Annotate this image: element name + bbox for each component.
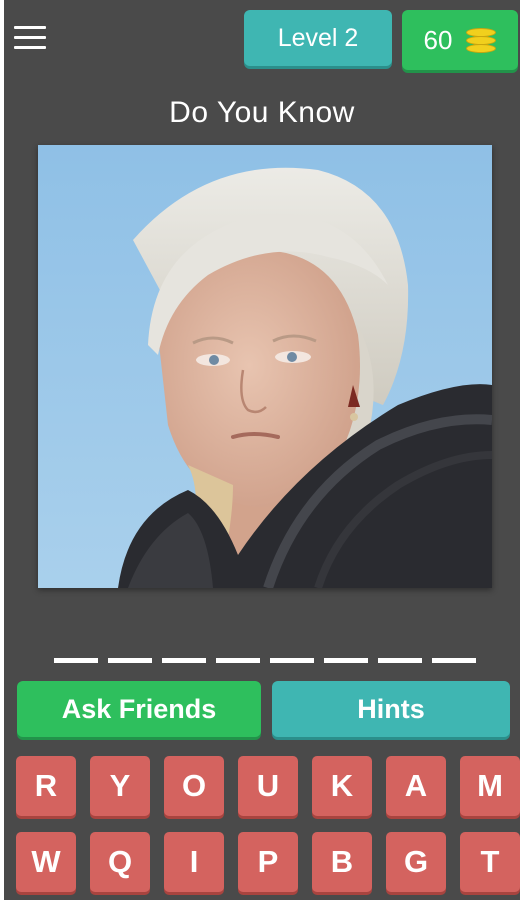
letter-key[interactable]: U <box>238 756 298 816</box>
letter-key[interactable]: A <box>386 756 446 816</box>
menu-icon[interactable] <box>14 26 46 54</box>
letter-key[interactable]: R <box>16 756 76 816</box>
ask-friends-button[interactable]: Ask Friends <box>17 681 261 737</box>
answer-slot[interactable] <box>216 658 260 663</box>
letter-key[interactable]: T <box>460 832 520 892</box>
letter-key[interactable]: W <box>16 832 76 892</box>
coins-button[interactable]: 60 <box>402 10 518 70</box>
answer-slots <box>54 658 476 663</box>
ask-friends-label: Ask Friends <box>61 693 217 724</box>
coin-count: 60 <box>423 24 453 55</box>
level-label: Level 2 <box>277 23 359 52</box>
hints-button[interactable]: Hints <box>272 681 510 737</box>
answer-slot[interactable] <box>162 658 206 663</box>
letter-key[interactable]: P <box>238 832 298 892</box>
answer-slot[interactable] <box>378 658 422 663</box>
answer-slot[interactable] <box>108 658 152 663</box>
level-button[interactable]: Level 2 <box>244 10 392 66</box>
letter-key[interactable]: O <box>164 756 224 816</box>
answer-slot[interactable] <box>54 658 98 663</box>
character-portrait <box>38 145 492 588</box>
letter-key[interactable]: K <box>312 756 372 816</box>
letter-key[interactable]: B <box>312 832 372 892</box>
answer-slot[interactable] <box>324 658 368 663</box>
letter-key[interactable]: I <box>164 832 224 892</box>
question-title: Do You Know <box>169 96 355 129</box>
coin-stack-icon <box>466 27 497 53</box>
letter-key[interactable]: G <box>386 832 446 892</box>
answer-slot[interactable] <box>270 658 314 663</box>
hints-label: Hints <box>357 693 425 724</box>
letter-keyboard: R Y O U K A M W Q I P B G T <box>16 756 520 892</box>
game-screen: Level 2 60 Do You Know Ask Friends Hints… <box>4 0 520 900</box>
answer-slot[interactable] <box>432 658 476 663</box>
letter-key[interactable]: Q <box>90 832 150 892</box>
letter-key[interactable]: M <box>460 756 520 816</box>
letter-key[interactable]: Y <box>90 756 150 816</box>
